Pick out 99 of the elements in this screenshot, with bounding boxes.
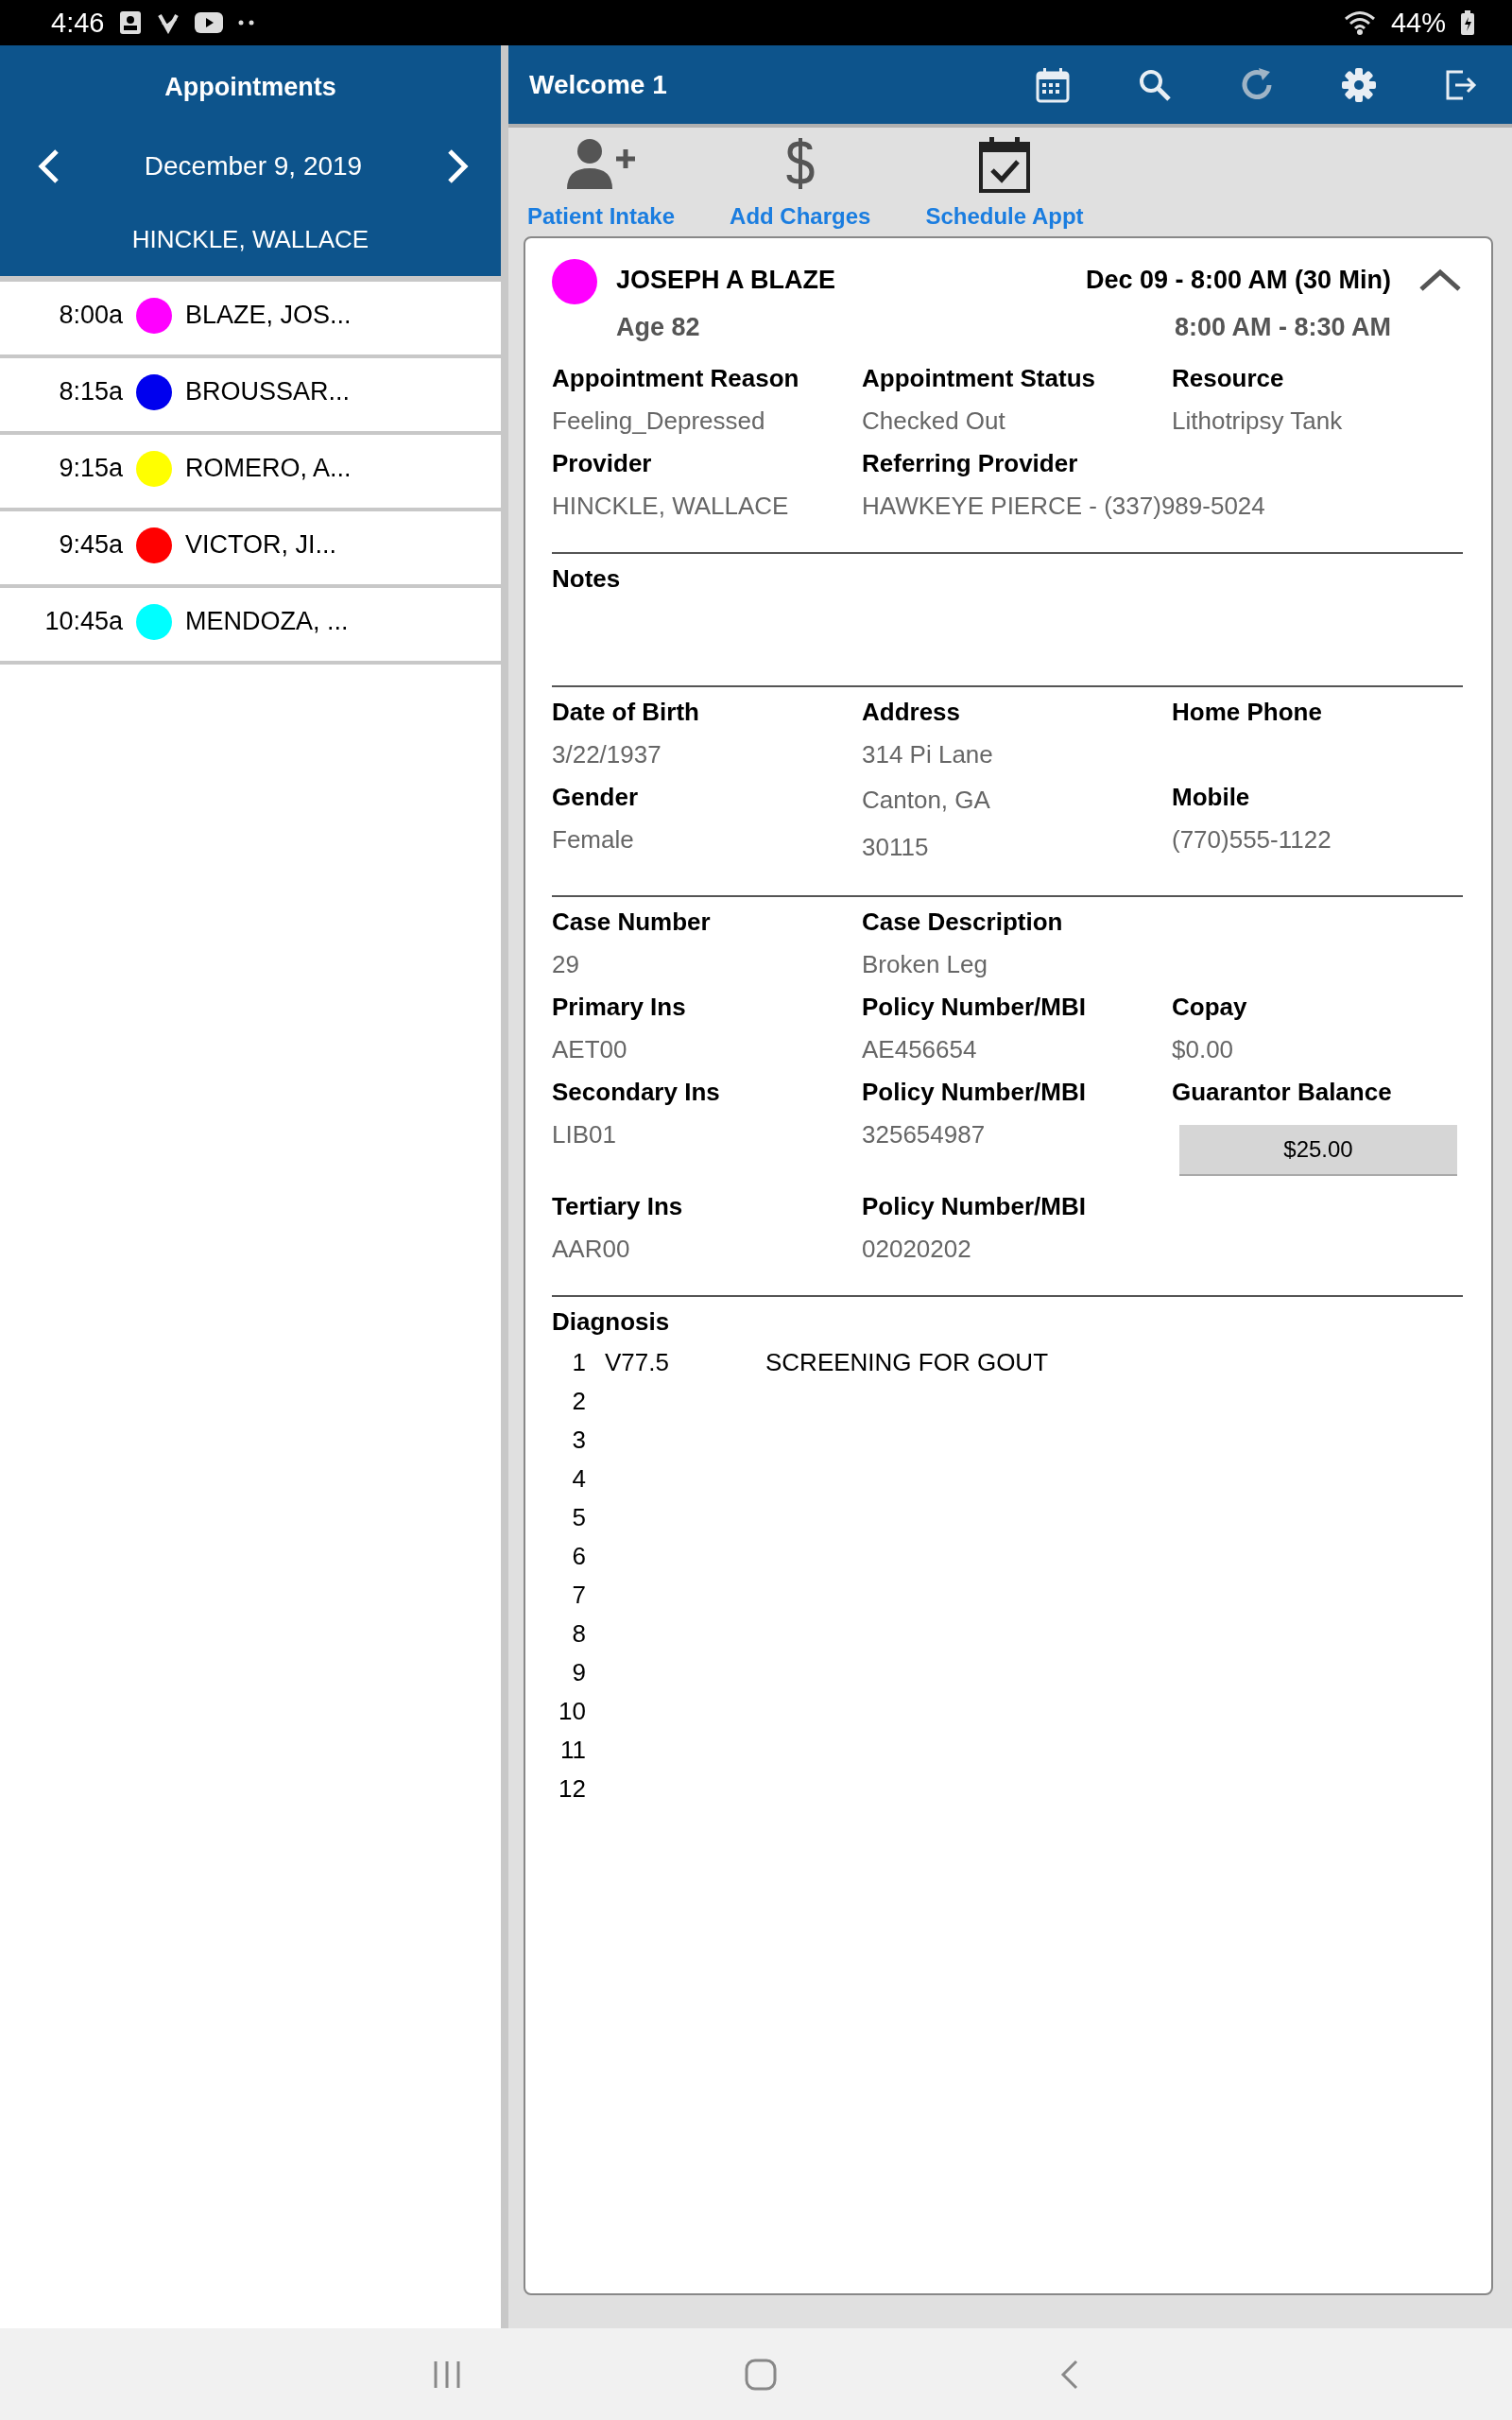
field-label: Appointment Reason [552, 363, 800, 394]
field-label: Appointment Status [862, 363, 1096, 394]
appointment-time: 8:15a [58, 377, 123, 406]
field-label: Policy Number/MBI [862, 1077, 1087, 1108]
field-label: Policy Number/MBI [862, 992, 1087, 1023]
patient-name: JOSEPH A BLAZE [616, 265, 837, 296]
field-label: Provider [552, 448, 653, 479]
panel-title: Appointments [164, 72, 336, 103]
appointment-time: 10:45a [43, 607, 123, 636]
field-value: 314 Pi Lane [862, 739, 993, 770]
field-label: Tertiary Ins [552, 1191, 684, 1222]
field-value: 325654987 [862, 1119, 986, 1150]
calendar-icon [1034, 65, 1072, 104]
field-value: HAWKEYE PIERCE - (337)989-5024 [862, 491, 1265, 522]
balance-button[interactable]: $25.00 [1179, 1125, 1457, 1176]
line-number: 4 [571, 1464, 586, 1494]
field-label: Resource [1172, 363, 1285, 394]
line-number: 8 [571, 1619, 586, 1649]
field-label: Home Phone [1172, 697, 1323, 728]
wifi-icon [1343, 9, 1376, 36]
line-number: 11 [559, 1736, 586, 1765]
field-value: Lithotripsy Tank [1172, 406, 1343, 437]
field-value: (770)555-1122 [1172, 824, 1332, 856]
field-label: Gender [552, 782, 640, 813]
field-value: 29 [552, 949, 579, 980]
diagnosis-code: V77.5 [605, 1348, 670, 1377]
home-button[interactable] [745, 2358, 777, 2391]
field-label: Case Description [862, 907, 1064, 938]
field-value: Feeling_Depressed [552, 406, 765, 437]
field-label: Mobile [1172, 782, 1251, 813]
field-label: Address [862, 697, 962, 728]
field-label: Referring Provider [862, 448, 1079, 479]
line-number: 6 [571, 1542, 586, 1571]
calendar-check-icon [977, 135, 1031, 194]
provider-name: HINCKLE, WALLACE [131, 225, 369, 254]
video-play-icon [195, 12, 224, 33]
patient-name: BLAZE, JOS... [185, 301, 352, 330]
line-number: 10 [558, 1697, 586, 1726]
back-button[interactable] [1060, 2359, 1079, 2390]
field-label: Policy Number/MBI [862, 1191, 1087, 1222]
appointment-time: 8:00a [58, 301, 123, 330]
field-value: 3/22/1937 [552, 739, 662, 770]
appointment-row[interactable]: 9:45a VICTOR, JI... [0, 511, 501, 588]
line-number: 9 [571, 1658, 586, 1687]
checkmark-notification-icon [157, 11, 180, 34]
line-number: 12 [558, 1774, 586, 1804]
field-value: Broken Leg [862, 949, 988, 980]
diagnosis-description: SCREENING FOR GOUT [765, 1348, 1048, 1377]
field-value: Checked Out [862, 406, 1005, 437]
appointment-row[interactable]: 10:45a MENDOZA, ... [0, 588, 501, 665]
line-number: 2 [571, 1387, 586, 1416]
line-number: 5 [571, 1503, 586, 1532]
home-icon [745, 2358, 777, 2391]
field-value: $0.00 [1172, 1034, 1234, 1065]
field-label: Primary Ins [552, 992, 687, 1023]
field-label: Guarantor Balance [1172, 1077, 1393, 1108]
patient-name: MENDOZA, ... [185, 607, 349, 636]
battery-percentage: 44% [1390, 7, 1446, 39]
recent-apps-button[interactable] [433, 2359, 461, 2390]
field-label: Secondary Ins [552, 1077, 721, 1108]
field-label: Case Number [552, 907, 712, 938]
section-title: Diagnosis [552, 1306, 671, 1338]
field-value: 30115 [862, 832, 929, 863]
field-value: 02020202 [862, 1234, 971, 1265]
appointment-row[interactable]: 9:15a ROMERO, A... [0, 435, 501, 511]
field-value: AET00 [552, 1034, 627, 1065]
line-number: 3 [571, 1426, 586, 1455]
date-label: December 9, 2019 [144, 151, 363, 182]
line-number: 7 [571, 1581, 586, 1610]
field-value: AE456654 [862, 1034, 977, 1065]
field-value: AAR00 [552, 1234, 630, 1265]
battery-icon [1461, 10, 1474, 35]
chevron-up-icon [1418, 267, 1463, 293]
appointment-date: Dec 09 - 8:00 AM (30 Min) [1085, 265, 1391, 296]
appointment-row[interactable]: 8:15a BROUSSAR... [0, 358, 501, 435]
recent-apps-icon [433, 2359, 461, 2390]
line-number: 1 [571, 1348, 586, 1377]
settings-icon [1340, 65, 1378, 104]
clock-time: 4:46 [51, 7, 105, 39]
field-label: Date of Birth [552, 697, 700, 728]
field-value: HINCKLE, WALLACE [552, 491, 789, 522]
patient-name: BROUSSAR... [185, 377, 351, 406]
patient-age: Age 82 [616, 312, 701, 343]
field-value: LIB01 [552, 1119, 616, 1150]
field-value: Canton, GA [862, 785, 990, 816]
appointment-time: 9:45a [58, 530, 123, 560]
patient-name: VICTOR, JI... [185, 530, 337, 560]
section-title: Notes [552, 563, 622, 595]
welcome-title: Welcome 1 [529, 69, 668, 100]
notification-icon [119, 10, 143, 35]
field-value: Female [552, 824, 634, 856]
appointment-row[interactable]: 8:00a BLAZE, JOS... [0, 282, 501, 358]
appointment-time: 9:15a [58, 454, 123, 483]
field-label: Copay [1172, 992, 1248, 1023]
more-notifications-icon [238, 20, 256, 26]
back-icon [1060, 2359, 1079, 2390]
collapse-button[interactable] [1418, 267, 1463, 293]
patient-name: ROMERO, A... [185, 454, 352, 483]
appointment-time-range: 8:00 AM - 8:30 AM [1173, 312, 1391, 343]
